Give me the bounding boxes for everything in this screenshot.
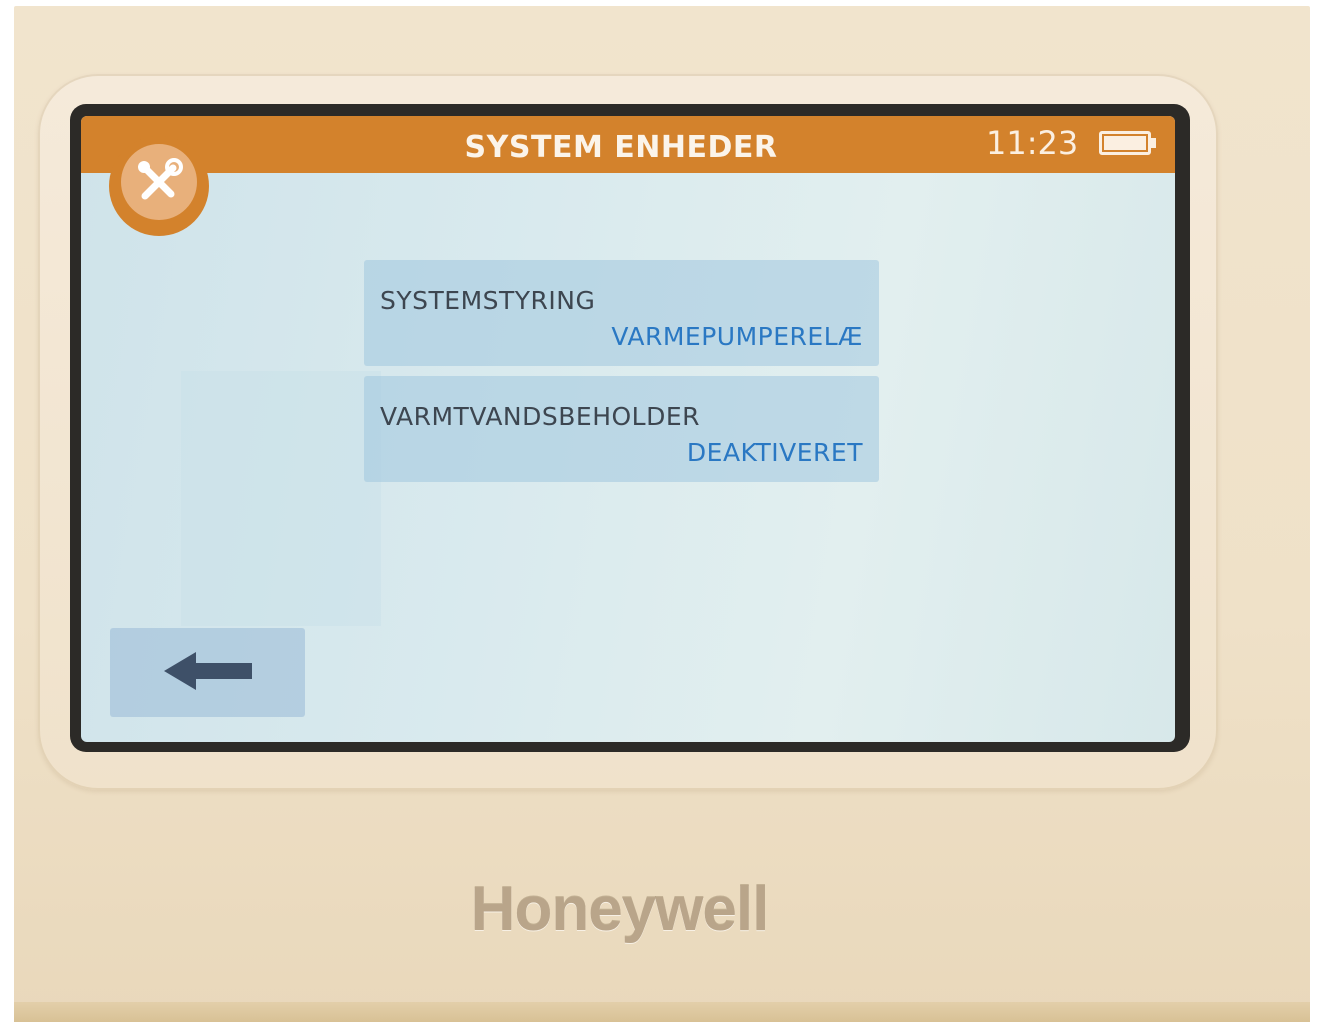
menu-item-value: VARMEPUMPERELÆ xyxy=(611,322,863,351)
tools-icon xyxy=(121,144,197,220)
back-button[interactable] xyxy=(110,628,305,717)
arrow-left-icon xyxy=(160,648,256,698)
touch-screen: SYSTEM ENHEDER 11:23 SYSTEMSTYRING VARME… xyxy=(81,116,1175,742)
battery-fill xyxy=(1104,136,1146,150)
settings-badge[interactable] xyxy=(109,136,209,236)
thermostat-device: SYSTEM ENHEDER 11:23 SYSTEMSTYRING VARME… xyxy=(14,6,1310,1022)
background-panel xyxy=(181,371,381,626)
menu-item-value: DEAKTIVERET xyxy=(686,438,863,467)
device-bottom-edge xyxy=(14,1002,1310,1022)
header-bar: SYSTEM ENHEDER 11:23 xyxy=(81,116,1175,173)
brand-logo: Honeywell xyxy=(470,875,770,944)
menu-item-varmtvandsbeholder[interactable]: VARMTVANDSBEHOLDER DEAKTIVERET xyxy=(364,376,879,482)
page-title: SYSTEM ENHEDER xyxy=(464,130,778,165)
battery-tip xyxy=(1151,138,1156,148)
battery-icon xyxy=(1099,131,1151,155)
menu-item-label: VARMTVANDSBEHOLDER xyxy=(380,402,701,431)
menu-item-systemstyring[interactable]: SYSTEMSTYRING VARMEPUMPERELÆ xyxy=(364,260,879,366)
clock: 11:23 xyxy=(986,124,1079,162)
menu-item-label: SYSTEMSTYRING xyxy=(380,286,596,315)
